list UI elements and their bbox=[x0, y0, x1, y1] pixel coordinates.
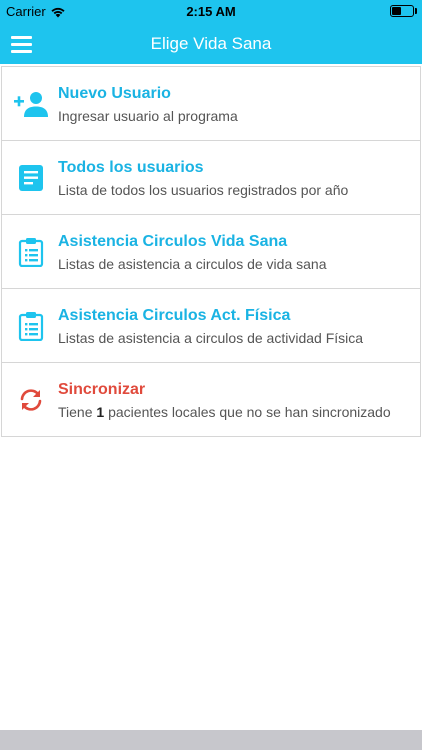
clipboard-icon bbox=[14, 311, 48, 341]
navigation-bar: Elige Vida Sana bbox=[0, 24, 422, 64]
sync-icon bbox=[14, 385, 48, 415]
menu-item-asistencia-act-fisica[interactable]: Asistencia Circulos Act. Física Listas d… bbox=[1, 288, 421, 362]
menu-item-title: Sincronizar bbox=[58, 381, 146, 398]
menu-item-todos-los-usuarios[interactable]: Todos los usuarios Lista de todos los us… bbox=[1, 140, 421, 214]
menu-item-title: Asistencia Circulos Vida Sana bbox=[58, 233, 288, 250]
bottom-bar bbox=[0, 730, 422, 750]
sync-status-suffix: pacientes locales que no se han sincroni… bbox=[108, 404, 391, 420]
sync-status-prefix: Tiene bbox=[58, 404, 93, 420]
menu-item-title: Nuevo Usuario bbox=[58, 85, 171, 102]
menu-list: Nuevo Usuario Ingresar usuario al progra… bbox=[0, 66, 422, 437]
menu-item-title: Asistencia Circulos Act. Física bbox=[58, 307, 291, 324]
menu-item-asistencia-vida-sana[interactable]: Asistencia Circulos Vida Sana Listas de … bbox=[1, 214, 421, 288]
status-bar: Carrier 2:15 AM bbox=[0, 0, 422, 24]
sync-status-text: Tiene 1 pacientes locales que no se han … bbox=[58, 404, 403, 420]
menu-item-title: Todos los usuarios bbox=[58, 159, 204, 176]
document-list-icon bbox=[14, 163, 48, 193]
clipboard-icon bbox=[14, 237, 48, 267]
add-user-icon bbox=[14, 89, 48, 119]
status-time: 2:15 AM bbox=[186, 4, 236, 19]
menu-item-nuevo-usuario[interactable]: Nuevo Usuario Ingresar usuario al progra… bbox=[1, 66, 421, 140]
menu-item-subtitle: Lista de todos los usuarios registrados … bbox=[58, 182, 349, 198]
menu-item-subtitle: Listas de asistencia a circulos de activ… bbox=[58, 330, 364, 346]
battery-icon bbox=[390, 5, 417, 17]
menu-item-sincronizar[interactable]: Sincronizar Tiene 1 pacientes locales qu… bbox=[1, 362, 421, 437]
page-title: Elige Vida Sana bbox=[150, 34, 272, 53]
pending-count: 1 bbox=[96, 404, 105, 420]
battery-level bbox=[392, 7, 401, 15]
menu-item-subtitle: Ingresar usuario al programa bbox=[58, 108, 238, 124]
menu-item-subtitle: Listas de asistencia a circulos de vida … bbox=[58, 256, 327, 272]
